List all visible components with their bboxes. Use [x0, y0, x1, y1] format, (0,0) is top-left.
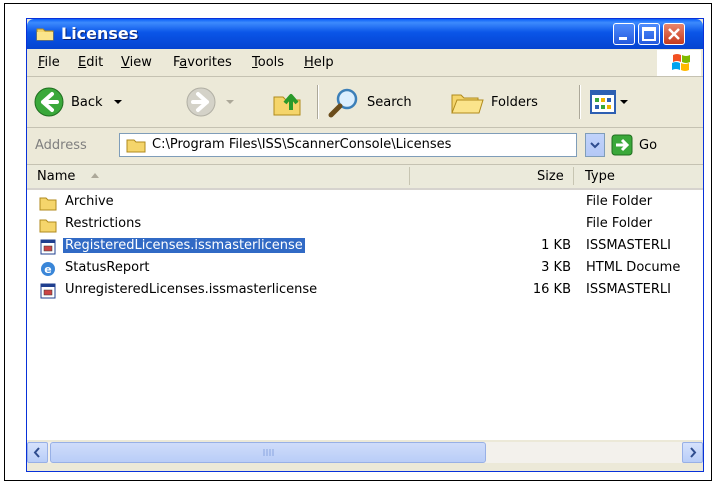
folders-icon	[451, 94, 484, 114]
folder-icon	[39, 219, 57, 233]
forward-arrow-icon	[186, 87, 216, 117]
horizontal-scrollbar[interactable]	[27, 442, 703, 463]
chevron-down-icon	[620, 100, 628, 104]
title-bar[interactable]: Licenses	[27, 19, 703, 49]
close-button[interactable]	[663, 23, 685, 45]
chevron-right-icon	[690, 447, 697, 458]
go-button[interactable]: Go	[611, 134, 657, 156]
address-bar: Address C:\Program Files\ISS\ScannerCons…	[27, 128, 703, 165]
chevron-down-icon	[590, 142, 600, 149]
menu-tools[interactable]: Tools	[252, 55, 284, 70]
views-button[interactable]	[589, 85, 629, 119]
standard-toolbar: Back Search Folders	[27, 77, 703, 128]
window-bottom-border	[27, 463, 703, 471]
column-divider[interactable]	[573, 167, 574, 185]
grip-icon	[263, 449, 274, 456]
back-arrow-icon	[34, 87, 64, 117]
menu-help[interactable]: Help	[304, 55, 334, 70]
sort-ascending-icon	[90, 173, 99, 178]
minimize-button[interactable]	[613, 23, 635, 45]
license-file-icon	[40, 283, 56, 299]
address-dropdown-button[interactable]	[585, 133, 605, 157]
license-file-icon	[40, 239, 56, 255]
maximize-button[interactable]	[638, 23, 660, 45]
close-icon	[668, 28, 680, 40]
forward-button[interactable]	[185, 85, 237, 119]
up-folder-icon	[273, 94, 301, 116]
folders-button[interactable]: Folders	[449, 85, 538, 119]
menu-file[interactable]: File	[38, 55, 60, 70]
chevron-down-icon	[113, 100, 122, 104]
menu-bar: File Edit View Favorites Tools Help	[27, 50, 703, 77]
address-label: Address	[35, 138, 87, 153]
list-item[interactable]: e StatusReport 3 KB HTML Docume	[27, 258, 703, 280]
folder-icon	[126, 139, 146, 153]
scroll-right-button[interactable]	[682, 442, 703, 463]
scrollbar-thumb[interactable]	[50, 442, 486, 463]
menu-view[interactable]: View	[121, 55, 152, 70]
list-item[interactable]: Archive File Folder	[27, 192, 703, 214]
svg-text:e: e	[44, 263, 51, 276]
windows-logo	[657, 50, 701, 76]
scroll-left-button[interactable]	[27, 442, 48, 463]
window-title: Licenses	[61, 24, 139, 43]
search-icon	[328, 88, 358, 118]
go-arrow-icon	[611, 134, 633, 156]
maximize-icon	[642, 27, 656, 41]
windows-flag-icon	[672, 54, 690, 71]
menu-favorites[interactable]: Favorites	[173, 55, 232, 70]
menu-edit[interactable]: Edit	[78, 55, 103, 70]
address-input[interactable]: C:\Program Files\ISS\ScannerConsole\Lice…	[119, 133, 577, 157]
views-icon	[590, 90, 616, 114]
toolbar-separator	[317, 85, 319, 119]
column-header: Name Size Type	[27, 165, 703, 190]
folder-icon	[39, 197, 57, 211]
explorer-window: Licenses File Edit View Favorites Tools …	[26, 18, 704, 472]
column-type[interactable]: Type	[585, 169, 615, 184]
html-document-icon: e	[41, 262, 55, 276]
list-item[interactable]: UnregisteredLicenses.issmasterlicense 16…	[27, 280, 703, 302]
back-button[interactable]: Back	[33, 85, 125, 119]
list-item[interactable]: Restrictions File Folder	[27, 214, 703, 236]
search-button[interactable]: Search	[327, 85, 412, 119]
minimize-icon	[619, 37, 627, 40]
address-path: C:\Program Files\ISS\ScannerConsole\Lice…	[152, 137, 452, 152]
folder-icon	[36, 28, 54, 41]
chevron-down-icon	[226, 100, 234, 104]
up-folder-button[interactable]	[271, 85, 303, 119]
column-divider[interactable]	[409, 167, 410, 185]
column-name[interactable]: Name	[37, 169, 102, 184]
toolbar-separator	[579, 85, 581, 119]
column-size[interactable]: Size	[537, 169, 564, 184]
chevron-left-icon	[33, 447, 40, 458]
list-item-selected[interactable]: RegisteredLicenses.issmasterlicense 1 KB…	[27, 236, 703, 258]
file-list: Archive File Folder Restrictions File Fo…	[27, 190, 703, 440]
